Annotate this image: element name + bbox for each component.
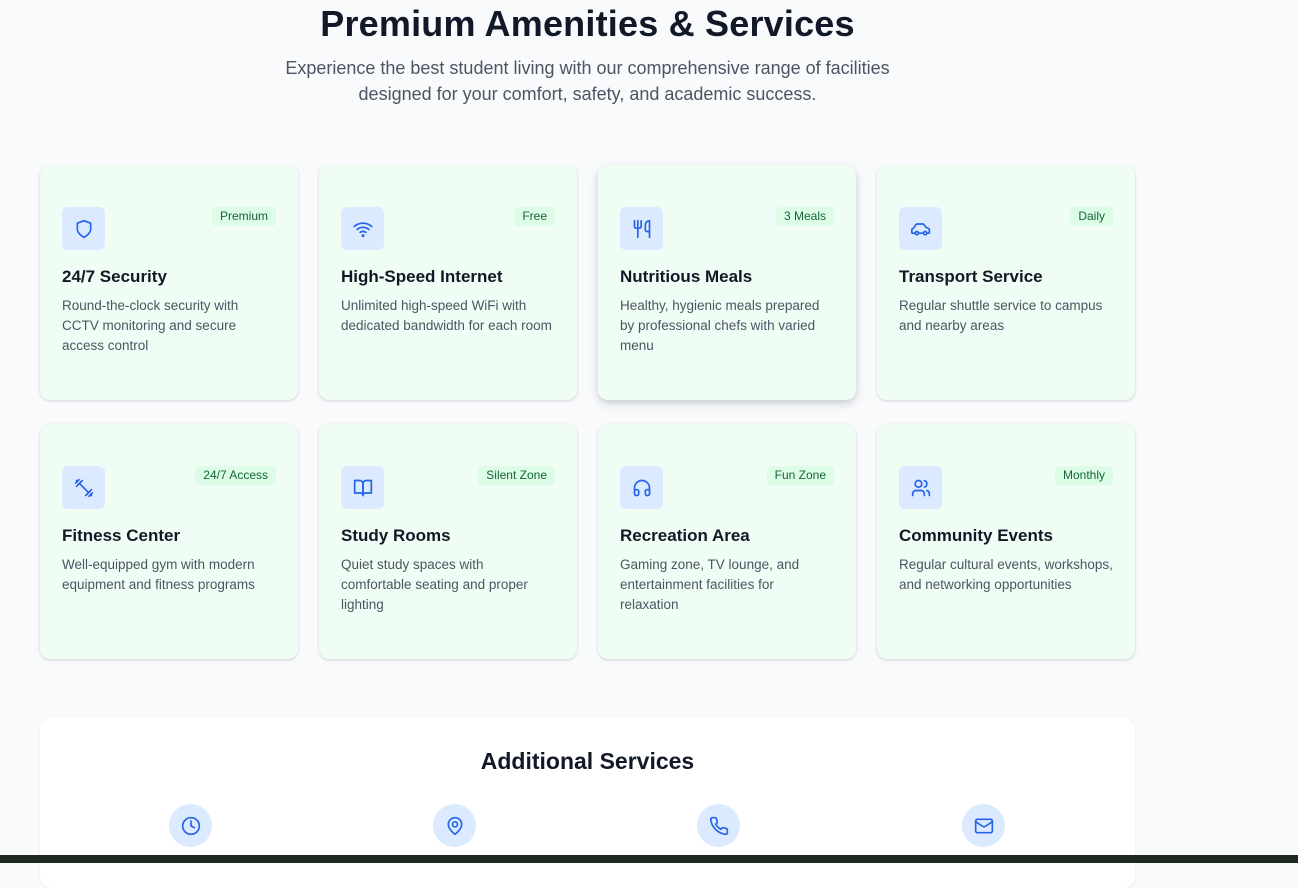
amenity-badge: Daily xyxy=(1070,207,1113,226)
amenity-title: Transport Service xyxy=(899,267,1043,286)
shield-icon xyxy=(62,207,105,250)
amenity-card-study: Silent Zone Study Rooms Quiet study spac… xyxy=(319,424,577,659)
amenity-title: Community Events xyxy=(899,526,1053,545)
bottom-bar xyxy=(0,855,1298,863)
amenity-title: 24/7 Security xyxy=(62,267,167,286)
amenity-card-security: Premium 24/7 Security Round-the-clock se… xyxy=(40,165,298,400)
amenity-badge: Monthly xyxy=(1054,466,1113,485)
amenity-card-recreation: Fun Zone Recreation Area Gaming zone, TV… xyxy=(598,424,856,659)
car-icon xyxy=(899,207,942,250)
amenity-description: Regular shuttle service to campus and ne… xyxy=(899,298,1103,333)
amenity-badge: Fun Zone xyxy=(766,466,834,485)
wifi-icon xyxy=(341,207,384,250)
page-title: Premium Amenities & Services xyxy=(320,3,855,44)
amenity-description: Healthy, hygienic meals prepared by prof… xyxy=(620,298,820,353)
amenity-title: Nutritious Meals xyxy=(620,267,753,286)
amenity-description: Regular cultural events, workshops, and … xyxy=(899,557,1113,592)
amenity-badge: Premium xyxy=(211,207,276,226)
additional-services-title: Additional Services xyxy=(480,748,695,774)
amenity-title: Study Rooms xyxy=(341,526,451,545)
clock-icon xyxy=(169,804,212,847)
amenity-description: Round-the-clock security with CCTV monit… xyxy=(62,298,239,353)
amenity-description: Well-equipped gym with modern equipment … xyxy=(62,557,255,592)
mail-icon xyxy=(962,804,1005,847)
amenity-description: Quiet study spaces with comfortable seat… xyxy=(341,557,528,612)
amenity-badge: Free xyxy=(514,207,555,226)
book-icon xyxy=(341,466,384,509)
headphones-icon xyxy=(620,466,663,509)
amenity-badge: Silent Zone xyxy=(478,466,555,485)
amenities-grid: Premium 24/7 Security Round-the-clock se… xyxy=(40,165,1135,659)
amenity-badge: 24/7 Access xyxy=(195,466,276,485)
amenity-card-fitness: 24/7 Access Fitness Center Well-equipped… xyxy=(40,424,298,659)
phone-icon xyxy=(697,804,740,847)
amenity-card-events: Monthly Community Events Regular cultura… xyxy=(877,424,1135,659)
page-subtitle: Experience the best student living with … xyxy=(285,58,890,104)
amenity-badge: 3 Meals xyxy=(775,207,834,226)
utensils-icon xyxy=(620,207,663,250)
amenity-card-meals: 3 Meals Nutritious Meals Healthy, hygien… xyxy=(598,165,856,400)
amenity-title: Recreation Area xyxy=(620,526,750,545)
amenity-description: Gaming zone, TV lounge, and entertainmen… xyxy=(620,557,800,612)
amenity-card-transport: Daily Transport Service Regular shuttle … xyxy=(877,165,1135,400)
dumbbell-icon xyxy=(62,466,105,509)
amenity-title: High-Speed Internet xyxy=(341,267,503,286)
amenity-card-internet: Free High-Speed Internet Unlimited high-… xyxy=(319,165,577,400)
amenity-description: Unlimited high-speed WiFi with dedicated… xyxy=(341,298,552,333)
map-pin-icon xyxy=(433,804,476,847)
amenity-title: Fitness Center xyxy=(62,526,181,545)
users-icon xyxy=(899,466,942,509)
